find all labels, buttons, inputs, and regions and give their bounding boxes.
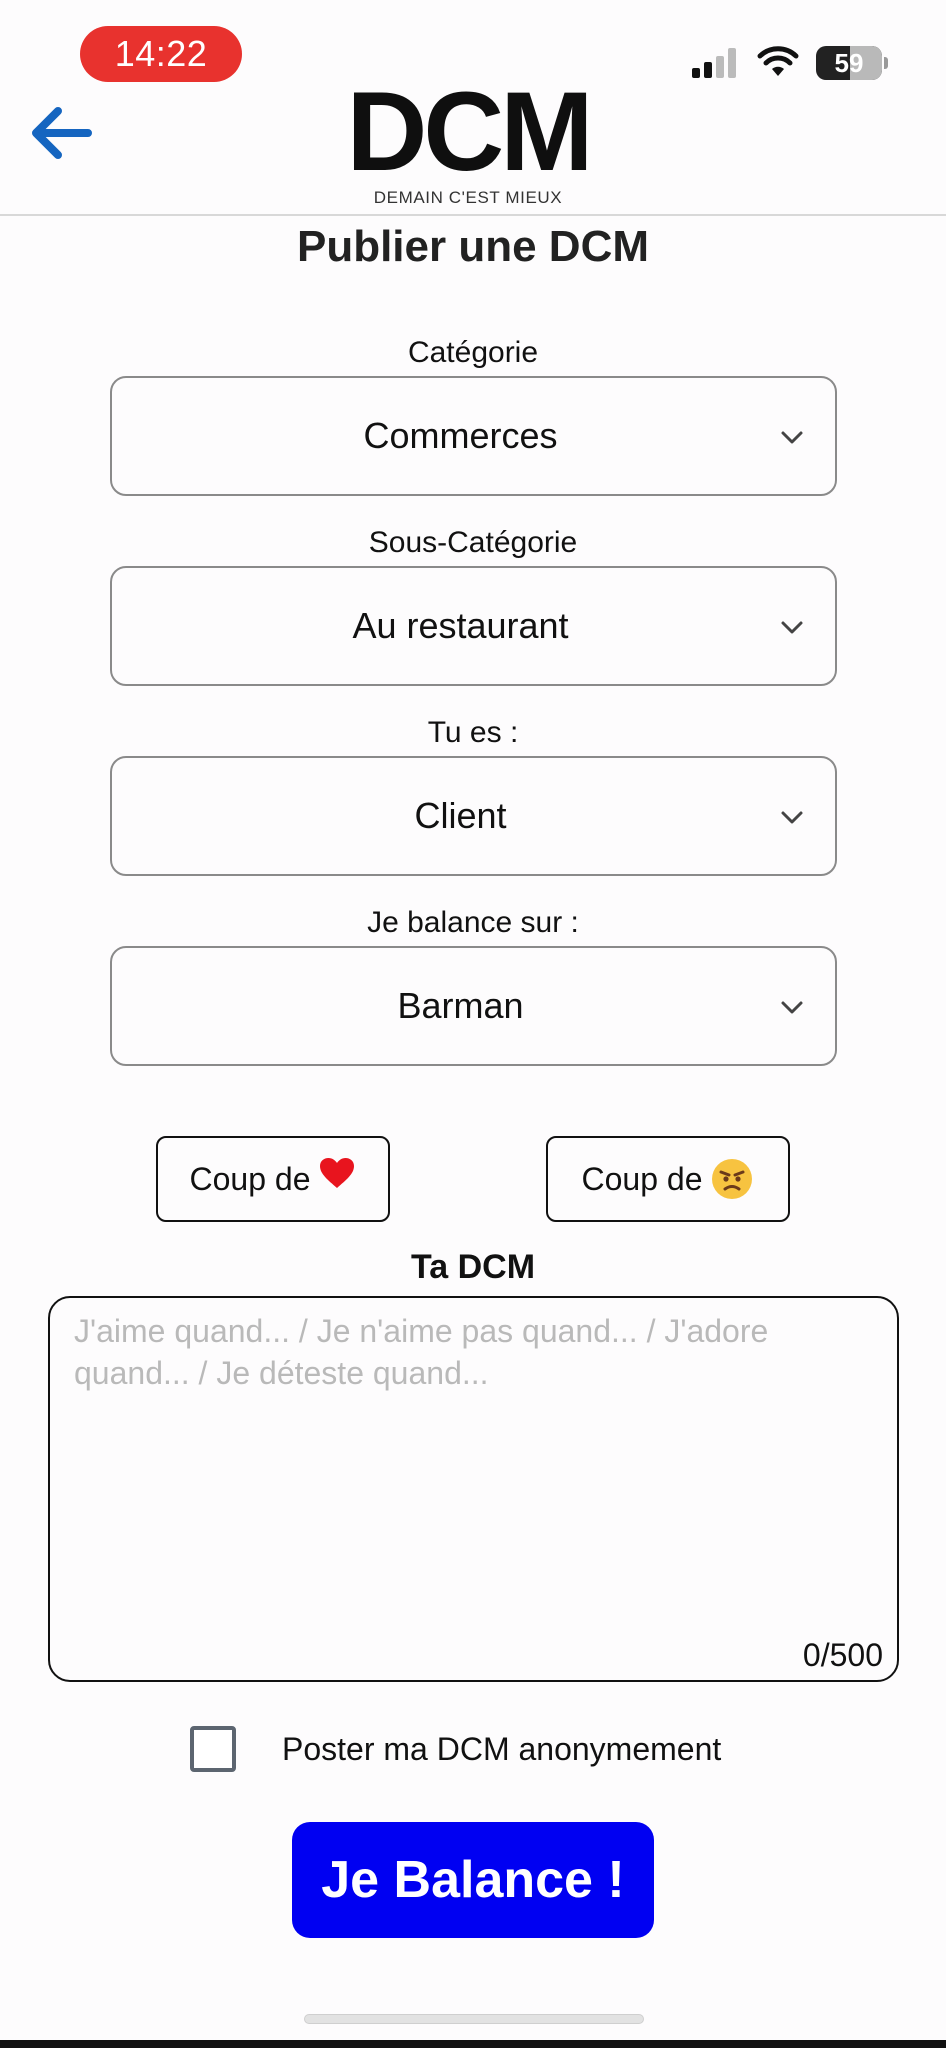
anonymous-checkbox[interactable] [190, 1726, 236, 1772]
category-value: Commerces [363, 415, 558, 456]
coup-de-gueule-label: Coup de [581, 1160, 703, 1197]
subcategory-label: Sous-Catégorie [368, 526, 578, 559]
home-indicator[interactable] [304, 2014, 644, 2024]
battery-icon: 59 [816, 46, 888, 80]
dcm-text-placeholder: J'aime quand... / Je n'aime pas quand...… [74, 1313, 769, 1391]
target-label: Je balance sur : [367, 906, 579, 939]
coup-de-coeur-button[interactable]: Coup de [156, 1136, 390, 1222]
chevron-down-icon [781, 431, 803, 444]
subcategory-select[interactable]: Au restaurant [110, 566, 837, 686]
screen-bottom-edge [0, 2040, 946, 2048]
subcategory-value: Au restaurant [352, 605, 569, 646]
header-divider [0, 214, 946, 216]
status-time: 14:22 [80, 26, 242, 82]
battery-level: 59 [834, 47, 864, 78]
chevron-down-icon [781, 621, 803, 634]
char-counter: 0/500 [802, 1637, 883, 1673]
logo-title: DCM [346, 69, 593, 194]
angry-face-icon [712, 1159, 753, 1199]
wifi-icon [757, 46, 799, 76]
role-label: Tu es : [427, 716, 519, 749]
cellular-signal-icon [692, 48, 740, 78]
dcm-text-input[interactable]: J'aime quand... / Je n'aime pas quand...… [48, 1296, 899, 1682]
role-select[interactable]: Client [110, 756, 837, 876]
coup-de-coeur-label: Coup de [189, 1160, 311, 1197]
heart-icon [320, 1158, 355, 1188]
chevron-down-icon [781, 1001, 803, 1014]
anonymous-label: Poster ma DCM anonymement [282, 1731, 722, 1767]
app-logo: DCM DEMAIN C'EST MIEUX [340, 69, 596, 208]
role-value: Client [414, 795, 507, 836]
page-title: Publier une DCM [296, 222, 650, 271]
logo-subtitle: DEMAIN C'EST MIEUX [373, 188, 563, 207]
arrow-left-icon[interactable] [26, 100, 96, 166]
category-label: Catégorie [407, 336, 539, 369]
target-value: Barman [397, 985, 524, 1026]
dcm-text-label: Ta DCM [410, 1248, 536, 1286]
chevron-down-icon [781, 811, 803, 824]
coup-de-gueule-button[interactable]: Coup de [546, 1136, 790, 1222]
submit-button[interactable]: Je Balance ! [292, 1822, 654, 1938]
category-select[interactable]: Commerces [110, 376, 837, 496]
target-select[interactable]: Barman [110, 946, 837, 1066]
